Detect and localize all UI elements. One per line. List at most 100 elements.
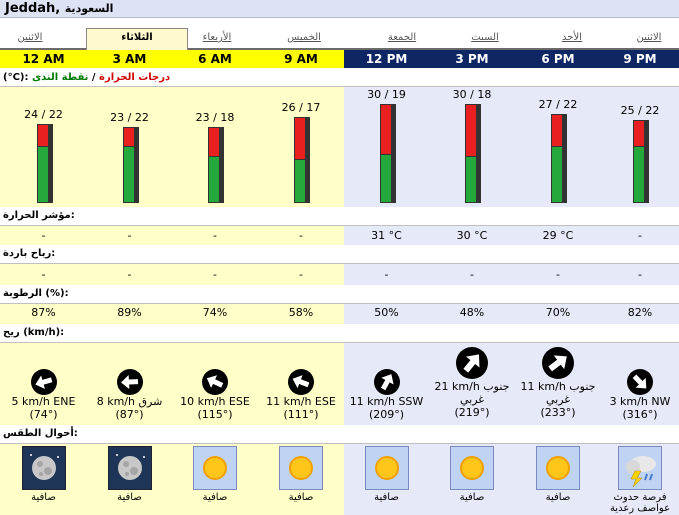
day-tab-1[interactable]: الثلاثاء	[86, 28, 188, 50]
time-label: 12 PM	[365, 52, 408, 66]
temp-value: 23 / 18	[195, 111, 235, 124]
heat-index-value: 30 °C	[456, 229, 488, 242]
humidity-value: 87%	[31, 306, 56, 319]
condition-text: صافية	[288, 492, 314, 503]
condition-text: فرصة حدوث عواصف رعدية	[609, 492, 671, 514]
location-title: Jeddah, السعودية	[5, 0, 113, 17]
row-separator	[0, 303, 679, 304]
wind-chill-value: -	[638, 268, 642, 281]
bar-shadow	[563, 114, 567, 203]
temp-value: 24 / 22	[24, 108, 63, 121]
bar-shadow	[391, 104, 396, 203]
temp-bar-segment	[122, 127, 135, 146]
row-separator	[0, 86, 679, 87]
heat-index-value: 31 °C	[371, 229, 402, 242]
sun-icon	[536, 446, 580, 490]
heat-index-label: مؤشر الحرارة:	[3, 210, 75, 221]
wind-chill-value: -	[127, 268, 132, 281]
day-tab-4[interactable]: الجمعة	[372, 31, 432, 49]
humidity-value: 89%	[117, 306, 142, 319]
temperature-label: (°C): درجات الحرارة / نقطة الندى	[3, 72, 171, 83]
temp-bar	[208, 127, 224, 203]
humidity-value: 82%	[627, 306, 653, 319]
dew-bar-segment	[294, 159, 306, 203]
label-band	[0, 324, 679, 342]
moon-icon	[21, 446, 66, 490]
sun-icon	[450, 446, 494, 490]
time-label: 12 AM	[22, 52, 65, 66]
temp-bar	[379, 104, 396, 203]
temp-value: 26 / 17	[281, 101, 321, 114]
day-tab-5[interactable]: السبت	[455, 31, 515, 49]
sun-icon	[279, 446, 323, 490]
heat-index-value: -	[638, 229, 642, 242]
day-tab-7[interactable]: الاثنين	[619, 31, 679, 49]
wind-text: 3 km/h NW (316°)	[609, 395, 671, 421]
humidity-value: 74%	[202, 306, 228, 319]
time-label: 6 AM	[198, 52, 232, 66]
wind-chill-value: -	[41, 268, 46, 281]
location-header: Jeddah, السعودية	[0, 0, 679, 18]
wind-chill-value: -	[213, 268, 217, 281]
dew-bar-segment	[208, 156, 220, 203]
temp-legend: درجات الحرارة	[99, 72, 171, 83]
wind-label: ريح (km/h):	[3, 327, 65, 338]
temp-bar-segment	[633, 120, 645, 146]
temp-bar	[633, 120, 649, 203]
day-tab-0[interactable]: الاثنين	[0, 31, 60, 49]
time-label: 9 PM	[623, 52, 657, 66]
dew-legend: نقطة الندى	[31, 72, 89, 83]
row-separator	[0, 342, 679, 343]
sun-icon	[193, 446, 237, 490]
day-tab-6[interactable]: الأحد	[542, 31, 602, 49]
temp-bar	[122, 127, 139, 203]
temp-bar	[551, 114, 567, 203]
wind-text: 5 km/h ENE (74°)	[11, 395, 76, 421]
condition-text: صافية	[545, 492, 571, 503]
wind-arrow-icon	[288, 369, 314, 395]
wind-arrow-icon	[30, 369, 57, 395]
day-tab-3[interactable]: الخميس	[274, 31, 334, 49]
bar-shadow	[134, 127, 139, 203]
humidity-value: 50%	[374, 306, 399, 319]
temp-value: 30 / 19	[367, 88, 406, 101]
wind-chill-label: رياح باردة:	[3, 248, 56, 259]
dew-bar-segment	[122, 146, 135, 203]
condition-text: صافية	[459, 492, 485, 503]
time-label: 3 PM	[455, 52, 489, 66]
sun-icon	[364, 446, 409, 490]
label-band	[0, 285, 679, 303]
temp-bar	[294, 117, 310, 203]
condition-text: صافية	[117, 492, 142, 503]
humidity-label: الرطوبة (%):	[3, 288, 69, 299]
day-tab-2[interactable]: الأربعاء	[187, 31, 247, 49]
dew-bar-segment	[36, 146, 49, 203]
temp-bar-segment	[465, 104, 477, 156]
bar-shadow	[220, 127, 224, 203]
temp-value: 30 / 18	[452, 88, 492, 101]
temp-value: 25 / 22	[620, 104, 660, 117]
dew-bar-segment	[633, 146, 645, 203]
row-separator	[0, 443, 679, 444]
moon-icon	[107, 446, 152, 490]
humidity-value: 58%	[288, 306, 314, 319]
wind-arrow-icon	[202, 369, 228, 395]
time-label: 3 AM	[112, 52, 147, 66]
condition-text: صافية	[31, 492, 56, 503]
dew-bar-segment	[465, 156, 477, 203]
wind-arrow-icon	[456, 347, 488, 379]
city-name: Jeddah,	[5, 1, 61, 16]
label-band	[0, 425, 679, 443]
temp-value: 23 / 22	[110, 111, 149, 124]
label-band	[0, 207, 679, 225]
row-separator	[0, 225, 679, 226]
temp-bar-segment	[379, 104, 392, 154]
wind-text: 11 km/h جنوب غربي (233°)	[520, 380, 596, 419]
condition-text: صافية	[202, 492, 228, 503]
wind-arrow-icon	[373, 369, 400, 395]
time-label: 9 AM	[284, 52, 318, 66]
wind-chill-value: -	[556, 268, 560, 281]
wind-chill-value: -	[470, 268, 474, 281]
temp-bar	[465, 104, 481, 203]
humidity-value: 48%	[459, 306, 485, 319]
